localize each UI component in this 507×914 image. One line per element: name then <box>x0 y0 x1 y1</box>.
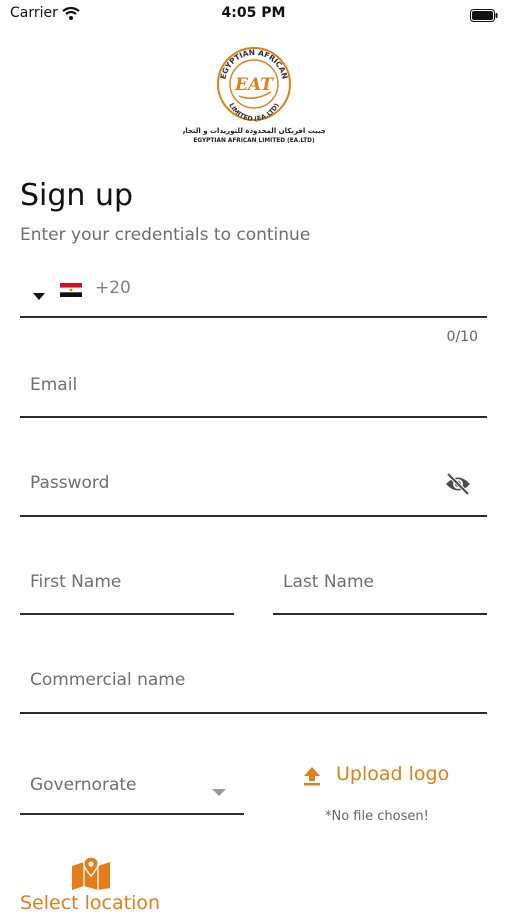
phone-counter: 0/10 <box>446 329 478 345</box>
last-name-underline <box>273 613 487 615</box>
svg-text:LIMITED (EA.LTD): LIMITED (EA.LTD) <box>227 102 280 123</box>
battery-icon <box>470 7 498 22</box>
caret-down-icon[interactable] <box>33 286 45 305</box>
dial-code: +20 <box>95 278 131 298</box>
company-logo: EGYPTIAN AFRICAN EAT LIMITED (EA.LTD) إي… <box>177 40 331 146</box>
email-field[interactable] <box>20 362 487 418</box>
last-name-placeholder: Last Name <box>283 572 374 592</box>
chevron-down-icon[interactable] <box>212 782 226 801</box>
upload-logo-label: Upload logo <box>336 763 450 785</box>
phone-field[interactable] <box>20 265 487 319</box>
commercial-name-underline <box>20 712 487 714</box>
phone-underline <box>20 316 487 318</box>
logo-initials: EAT <box>234 75 274 95</box>
logo-english-text: EGYPTIAN AFRICAN LIMITED (EA.LTD) <box>193 138 315 144</box>
egypt-flag-icon <box>60 282 82 297</box>
governorate-underline <box>20 813 244 815</box>
email-placeholder: Email <box>30 375 78 395</box>
page-title: Sign up <box>20 178 134 213</box>
upload-status: *No file chosen! <box>325 809 429 824</box>
clock-label: 4:05 PM <box>221 5 286 21</box>
page-subtitle: Enter your credentials to continue <box>20 225 311 245</box>
select-location-label: Select location <box>20 892 161 914</box>
map-icon <box>70 856 112 894</box>
status-bar: Carrier 4:05 PM <box>0 0 507 28</box>
email-underline <box>20 416 487 418</box>
password-underline <box>20 515 487 517</box>
upload-icon <box>303 766 321 790</box>
commercial-name-placeholder: Commercial name <box>30 670 186 690</box>
governorate-placeholder: Governorate <box>30 775 137 795</box>
logo-bottom-text: LIMITED (EA.LTD) <box>227 102 280 123</box>
first-name-placeholder: First Name <box>30 572 122 592</box>
logo-arabic-text: إيجيبت افريكان المحدودة للتوريدات و التج… <box>183 127 325 135</box>
first-name-underline <box>20 613 234 615</box>
password-placeholder: Password <box>30 473 110 493</box>
eye-off-icon[interactable] <box>444 472 472 500</box>
